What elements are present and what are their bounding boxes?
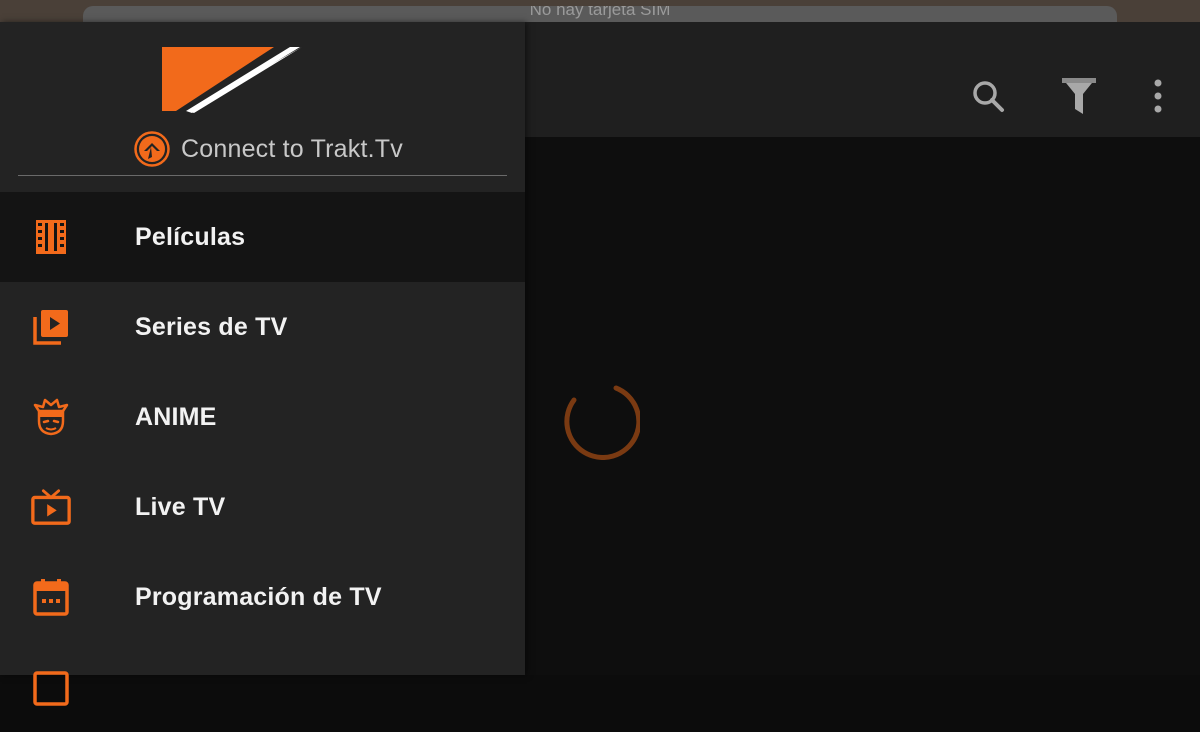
nav-item-label: ANIME (135, 403, 217, 431)
nav-item-label: Programación de TV (135, 583, 382, 611)
film-icon (30, 217, 72, 257)
tv-icon (30, 487, 72, 527)
nav-item-live-tv[interactable]: Live TV (0, 462, 525, 552)
app-logo (162, 47, 302, 113)
nav-item-series-tv[interactable]: Series de TV (0, 282, 525, 372)
nav-item-label: Series de TV (135, 313, 288, 341)
connect-trakt-button[interactable]: Connect to Trakt.Tv (134, 131, 403, 167)
search-button[interactable] (968, 76, 1008, 116)
calendar-icon (30, 577, 72, 617)
video-library-icon (30, 307, 72, 347)
header-divider (18, 175, 507, 176)
drawer-header: Connect to Trakt.Tv (0, 22, 525, 192)
nav-item-peliculas[interactable]: Películas (0, 192, 525, 282)
more-options-button[interactable] (1138, 76, 1178, 116)
filter-icon (1062, 78, 1096, 114)
partial-item-icon (30, 667, 72, 707)
navigation-drawer: Connect to Trakt.Tv Películas Series de … (0, 22, 525, 706)
more-vert-icon (1154, 79, 1162, 113)
anime-face-icon (30, 397, 72, 437)
trakt-label: Connect to Trakt.Tv (181, 134, 403, 163)
nav-item-anime[interactable]: ANIME (0, 372, 525, 462)
nav-item-label: Live TV (135, 493, 226, 521)
trakt-icon (134, 131, 170, 167)
nav-item-programacion-tv[interactable]: Programación de TV (0, 552, 525, 642)
nav-item-partial[interactable] (0, 642, 525, 732)
loading-spinner (564, 385, 640, 460)
nav-item-label: Películas (135, 223, 246, 251)
sim-status-text: No hay tarjeta SIM (529, 6, 671, 19)
search-icon (973, 81, 1004, 112)
filter-button[interactable] (1059, 76, 1099, 116)
